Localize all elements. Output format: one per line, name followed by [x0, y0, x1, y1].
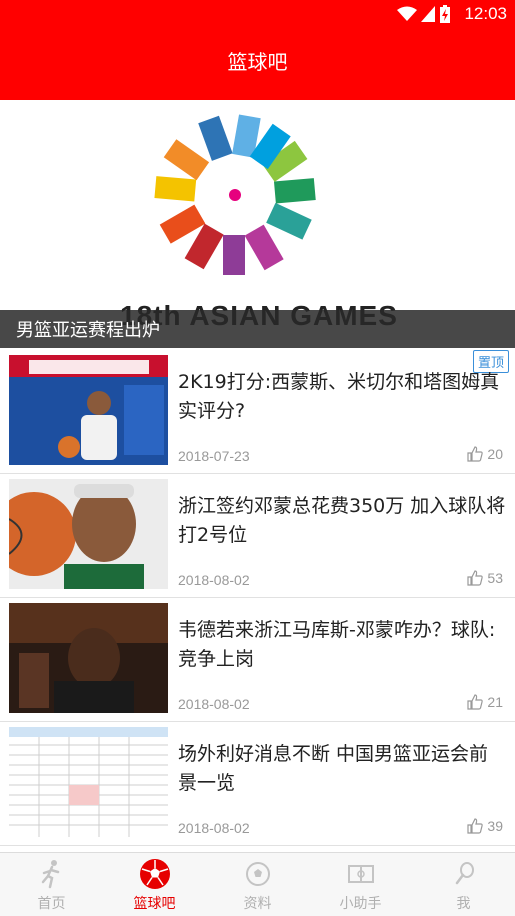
- tab-assistant[interactable]: 小助手: [309, 853, 412, 916]
- news-date: 2018-08-02: [178, 820, 250, 836]
- news-thumbnail: [9, 727, 168, 837]
- status-bar: 12:03: [0, 0, 515, 30]
- like-count: 20: [487, 446, 503, 462]
- thumbs-up-icon: [467, 694, 484, 710]
- wifi-icon: [397, 6, 417, 21]
- tab-label: 小助手: [339, 896, 382, 912]
- tab-home[interactable]: 首页: [0, 853, 103, 916]
- tab-label: 篮球吧: [133, 896, 176, 912]
- header: 篮球吧: [0, 30, 515, 100]
- court-icon: [347, 865, 374, 883]
- news-date: 2018-08-02: [178, 572, 250, 588]
- thumbs-up-icon: [467, 570, 484, 586]
- like-button[interactable]: 20: [467, 446, 503, 462]
- clock: 12:03: [464, 4, 507, 23]
- thumbs-up-icon: [467, 818, 484, 834]
- news-title: 韦德若来浙江马库斯-邓蒙咋办？球队:竞争上岗: [178, 619, 496, 670]
- news-item[interactable]: 场外利好消息不断 中国男篮亚运会前景一览 2018-08-02 39: [0, 722, 515, 846]
- tab-label: 首页: [37, 896, 66, 912]
- like-button[interactable]: 21: [467, 694, 503, 710]
- news-item[interactable]: 浙江签约邓蒙总花费350万 加入球队将打2号位 2018-08-02 53: [0, 474, 515, 598]
- news-item[interactable]: 置顶 2K19打分:西蒙斯、米切尔和塔图姆真实评分? 2018-07-23 20: [0, 350, 515, 474]
- signal-icon: [421, 6, 435, 22]
- news-date: 2018-08-02: [178, 696, 250, 712]
- asian-games-logo: [154, 114, 316, 275]
- soccer-icon: [245, 862, 270, 886]
- tab-me[interactable]: 我: [412, 853, 515, 916]
- page-title: 篮球吧: [227, 50, 288, 74]
- status-icons: [397, 5, 451, 23]
- news-thumbnail: [9, 355, 168, 465]
- tab-data[interactable]: 资料: [206, 853, 309, 916]
- tab-label: 我: [456, 896, 471, 912]
- news-title: 2K19打分:西蒙斯、米切尔和塔图姆真实评分?: [178, 371, 500, 422]
- like-button[interactable]: 39: [467, 818, 503, 834]
- bottom-tab-bar: 首页 篮球吧 资料 小助手 我: [0, 852, 515, 916]
- news-title: 场外利好消息不断 中国男篮亚运会前景一览: [178, 743, 489, 794]
- tennis-icon: [455, 862, 474, 885]
- news-list: 置顶 2K19打分:西蒙斯、米切尔和塔图姆真实评分? 2018-07-23 20…: [0, 350, 515, 846]
- banner-carousel[interactable]: 18th ASIAN GAMES 男篮亚运赛程出炉: [0, 100, 515, 350]
- ball-icon: [139, 859, 170, 889]
- battery-icon: [440, 5, 450, 23]
- like-count: 39: [487, 818, 503, 834]
- news-thumbnail: [9, 603, 168, 713]
- tab-label: 资料: [243, 896, 272, 912]
- news-thumbnail: [9, 479, 168, 589]
- news-title: 浙江签约邓蒙总花费350万 加入球队将打2号位: [178, 495, 506, 546]
- runner-icon: [41, 860, 59, 889]
- banner-caption: 男篮亚运赛程出炉: [16, 320, 160, 341]
- news-date: 2018-07-23: [178, 448, 250, 464]
- like-button[interactable]: 53: [467, 570, 503, 586]
- tab-basketball[interactable]: 篮球吧: [103, 853, 206, 916]
- like-count: 21: [487, 694, 503, 710]
- banner-caption-bar: 男篮亚运赛程出炉: [0, 310, 515, 348]
- like-count: 53: [487, 570, 503, 586]
- news-item[interactable]: 韦德若来浙江马库斯-邓蒙咋办？球队:竞争上岗 2018-08-02 21: [0, 598, 515, 722]
- thumbs-up-icon: [467, 446, 484, 462]
